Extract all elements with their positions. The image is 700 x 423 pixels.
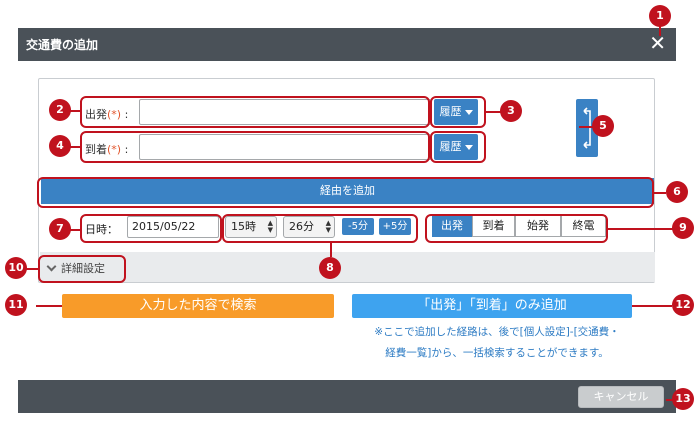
annotation-box bbox=[425, 214, 608, 243]
callout-4: 4 bbox=[49, 135, 71, 157]
dialog-titlebar: 交通費の追加 ✕ bbox=[18, 28, 676, 61]
callout-3: 3 bbox=[500, 100, 522, 122]
annotation-leader bbox=[26, 268, 40, 270]
annotation-leader bbox=[579, 126, 593, 128]
annotation-leader bbox=[70, 110, 82, 112]
cancel-button[interactable]: キャンセル bbox=[578, 386, 664, 408]
callout-6: 6 bbox=[666, 181, 688, 203]
callout-11: 11 bbox=[5, 294, 27, 316]
annotation-leader bbox=[70, 229, 82, 231]
annotation-leader bbox=[70, 146, 82, 148]
callout-5: 5 bbox=[592, 115, 614, 137]
annotation-box bbox=[80, 131, 430, 163]
annotation-box bbox=[38, 255, 126, 283]
search-with-input-button[interactable]: 入力した内容で検索 bbox=[62, 294, 334, 318]
note-line: ※ここで追加した経路は、後で[個人設定]-[交通費・ bbox=[374, 326, 620, 338]
callout-7: 7 bbox=[49, 218, 71, 240]
callout-2: 2 bbox=[49, 99, 71, 121]
note-text: ※ここで追加した経路は、後で[個人設定]-[交通費・ 経費一覧]から、一括検索す… bbox=[352, 322, 642, 364]
callout-13: 13 bbox=[672, 388, 694, 410]
dialog-title: 交通費の追加 bbox=[26, 38, 99, 52]
annotation-box bbox=[430, 96, 486, 128]
annotation-leader bbox=[36, 305, 62, 307]
close-icon[interactable]: ✕ bbox=[649, 32, 666, 54]
annotation-box bbox=[37, 177, 654, 208]
annotation-leader bbox=[632, 305, 672, 307]
annotation-box bbox=[80, 214, 222, 243]
annotation-box bbox=[80, 96, 430, 128]
callout-8: 8 bbox=[319, 257, 341, 279]
annotation-leader bbox=[330, 243, 332, 257]
annotation-leader bbox=[608, 228, 674, 230]
note-line: 経費一覧]から、一括検索することができます。 bbox=[385, 347, 609, 359]
add-departure-arrival-only-button[interactable]: 「出発」「到着」のみ追加 bbox=[352, 294, 632, 318]
dialog-footer: キャンセル bbox=[18, 380, 676, 413]
annotation-leader bbox=[654, 192, 666, 194]
callout-10: 10 bbox=[5, 257, 27, 279]
callout-9: 9 bbox=[672, 217, 694, 239]
callout-1: 1 bbox=[649, 5, 671, 27]
detail-settings-bar: 詳細設定 bbox=[40, 252, 655, 282]
annotation-box bbox=[222, 214, 418, 243]
annotation-box bbox=[430, 131, 486, 163]
callout-12: 12 bbox=[672, 294, 694, 316]
